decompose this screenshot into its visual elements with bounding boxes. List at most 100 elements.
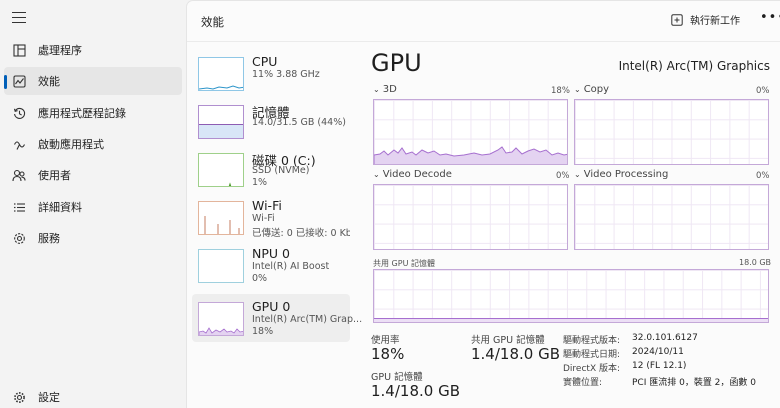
nav-item-settings[interactable]: 設定 [4, 383, 182, 408]
resource-title: NPU 0 [252, 246, 290, 261]
resource-subtitle: 14.0/31.5 GB (44%) [252, 117, 346, 128]
resource-subtitle: 0% [252, 273, 268, 284]
driver-date-label: 驅動程式日期: [563, 350, 621, 360]
graph-grid [374, 270, 768, 322]
physical-location-label: 實體位置: [563, 378, 603, 388]
engine-selector-3d[interactable]: ⌄ 3D [373, 84, 397, 95]
chevron-down-icon: ⌄ [373, 170, 380, 179]
engine-selector-video-processing[interactable]: ⌄ Video Processing [574, 169, 668, 180]
driver-version-label: 驅動程式版本: [563, 336, 621, 346]
engine-selector-video-decode[interactable]: ⌄ Video Decode [373, 169, 452, 180]
nav-label: 效能 [38, 75, 60, 88]
main-panel: 效能 執行新工作 ••• CPU 11% 3.88 GHz 記憶體 14.0/3… [186, 0, 780, 408]
graph-grid [575, 100, 768, 164]
directx-version-value: 12 (FL 12.1) [632, 361, 687, 371]
cpu-mini-graph [198, 57, 244, 91]
resource-subtitle: Intel(R) AI Boost [252, 261, 330, 272]
directx-version-label: DirectX 版本: [563, 364, 621, 374]
driver-version-value: 32.0.101.6127 [632, 333, 698, 343]
engine-pct: 18% [551, 86, 570, 96]
memory-mini-graph [198, 105, 244, 139]
resource-title: CPU [252, 54, 278, 69]
nav-label: 處理程序 [38, 44, 82, 57]
graph-3d-line [374, 146, 567, 164]
nav-item-startup[interactable]: 啟動應用程式 [4, 130, 182, 158]
gear-icon [12, 390, 26, 404]
gpu-memory-value: 1.4/18.0 GB [371, 382, 460, 400]
header-divider [187, 41, 780, 42]
nav-label: 啟動應用程式 [38, 138, 104, 151]
engine-pct: 0% [756, 86, 770, 96]
chevron-down-icon: ⌄ [574, 170, 581, 179]
shared-memory-graph-max: 18.0 GB [739, 258, 772, 267]
resource-title: Wi-Fi [252, 198, 282, 213]
nav-item-services[interactable]: 服務 [4, 224, 182, 252]
details-icon [12, 200, 26, 214]
gpu-mini-graph [198, 302, 244, 336]
driver-date-value: 2024/10/11 [632, 347, 684, 357]
more-options-button[interactable]: ••• [760, 10, 780, 25]
resource-subtitle: Intel(R) Arc(TM) Grap... [252, 314, 363, 325]
engine-graph-3d [373, 99, 568, 165]
engine-name: Video Processing [583, 169, 669, 180]
nav-item-processes[interactable]: 處理程序 [4, 36, 182, 64]
resource-subtitle: 18% [252, 326, 274, 337]
utilization-value: 18% [371, 345, 405, 363]
resource-disk[interactable]: 磁碟 0 (C:) SSD (NVMe) 1% [192, 145, 350, 193]
disk-mini-graph [198, 153, 244, 187]
resource-cpu[interactable]: CPU 11% 3.88 GHz [192, 49, 350, 97]
graph-grid [374, 185, 567, 249]
run-task-icon [671, 13, 683, 26]
memory-fill [199, 123, 243, 138]
shared-memory-graph-label: 共用 GPU 記憶體 [373, 259, 435, 268]
processes-icon [12, 43, 26, 57]
services-icon [12, 231, 26, 245]
resource-memory[interactable]: 記憶體 14.0/31.5 GB (44%) [192, 97, 350, 145]
nav-label: 應用程式歷程記錄 [38, 107, 126, 120]
resource-subtitle: 11% 3.88 GHz [252, 69, 320, 80]
engine-pct: 0% [756, 171, 770, 181]
engine-name: Video Decode [382, 169, 452, 180]
startup-icon [12, 137, 26, 151]
engine-selector-copy[interactable]: ⌄ Copy [574, 84, 609, 95]
page-title: 效能 [201, 15, 224, 29]
resource-subtitle: Wi-Fi [252, 213, 275, 224]
resource-wifi[interactable]: Wi-Fi Wi-Fi 已傳送: 0 已接收: 0 Kbps [192, 193, 350, 241]
nav-item-details[interactable]: 詳細資料 [4, 193, 182, 221]
nav-label: 服務 [38, 232, 60, 245]
nav-label: 詳細資料 [38, 201, 82, 214]
nav-item-users[interactable]: 使用者 [4, 161, 182, 189]
nav-item-app-history[interactable]: 應用程式歷程記錄 [4, 99, 182, 127]
navigation-pane: 處理程序 效能 應用程式歷程記錄 啟動應用程式 使用者 詳細資料 服務 設定 [0, 0, 186, 408]
hamburger-menu-icon[interactable] [12, 12, 26, 24]
engine-graph-copy [574, 99, 769, 165]
resource-gpu[interactable]: GPU 0 Intel(R) Arc(TM) Grap... 18% [192, 294, 362, 342]
history-icon [12, 106, 26, 120]
users-icon [12, 168, 26, 182]
physical-location-value: PCI 匯流排 0，裝置 2，函數 0 [632, 378, 756, 388]
engine-name: 3D [382, 84, 397, 95]
chevron-down-icon: ⌄ [373, 85, 380, 94]
resource-subtitle: 1% [252, 177, 268, 188]
detail-title: GPU [371, 49, 422, 77]
resource-npu[interactable]: NPU 0 Intel(R) AI Boost 0% [192, 241, 350, 289]
run-new-task-button[interactable]: 執行新工作 [671, 12, 740, 27]
shared-memory-graph [373, 269, 769, 323]
shared-gpu-memory-value: 1.4/18.0 GB [471, 345, 560, 363]
gpu-model-name: Intel(R) Arc(TM) Graphics [618, 59, 770, 73]
utilization-label: 使用率 [371, 335, 400, 346]
npu-mini-graph [198, 249, 244, 283]
engine-pct: 0% [556, 171, 570, 181]
run-new-task-label: 執行新工作 [690, 16, 740, 27]
graph-grid [575, 185, 768, 249]
engine-name: Copy [583, 84, 610, 95]
shared-memory-fill [374, 317, 768, 322]
wifi-mini-graph [198, 201, 244, 235]
gpu-memory-label: GPU 記憶體 [371, 372, 423, 383]
resource-subtitle: SSD (NVMe) [252, 165, 310, 176]
resource-subtitle: 已傳送: 0 已接收: 0 Kbps [252, 228, 350, 239]
nav-label: 設定 [38, 391, 60, 404]
resource-title: GPU 0 [252, 299, 291, 314]
nav-item-performance[interactable]: 效能 [4, 67, 182, 95]
chevron-down-icon: ⌄ [574, 85, 581, 94]
